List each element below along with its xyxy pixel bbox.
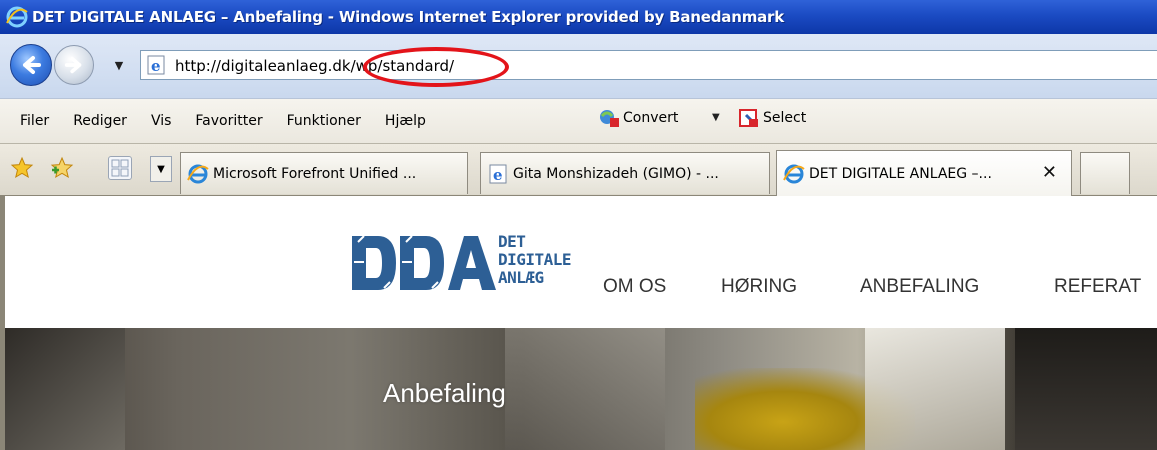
tab-bar: ▼ Microsoft Forefront Unified ... e Gita… [0, 144, 1157, 196]
hero-background-shape [1015, 328, 1157, 450]
svg-text:e: e [493, 166, 503, 184]
tab-gita-monshizadeh[interactable]: e Gita Monshizadeh (GIMO) - ... [480, 152, 770, 194]
tab-det-digitale-anlaeg[interactable]: DET DIGITALE ANLAEG –... ✕ [776, 150, 1072, 196]
window-title: DET DIGITALE ANLAEG – Anbefaling - Windo… [32, 8, 785, 26]
page-title: Anbefaling [383, 378, 506, 408]
logo-word-digitale: DIGITALE [498, 250, 572, 269]
menu-vis[interactable]: Vis [151, 113, 171, 129]
add-star-icon[interactable] [50, 156, 74, 180]
ie-logo-icon [783, 164, 805, 183]
back-arrow-icon [23, 56, 41, 74]
menu-rediger[interactable]: Rediger [73, 113, 127, 129]
select-label: Select [763, 110, 807, 126]
hero-background-shape [505, 328, 665, 450]
chevron-down-icon: ▼ [114, 58, 124, 72]
site-logo[interactable]: DET DIGITALE ANLÆG [350, 232, 572, 298]
convert-icon [600, 110, 619, 127]
back-button[interactable] [10, 44, 52, 86]
select-icon [739, 109, 758, 127]
hero-background-shape [5, 328, 125, 450]
tab-list-dropdown[interactable]: ▼ [150, 156, 172, 182]
forward-arrow-icon [64, 56, 82, 74]
logo-word-anlaeg: ANLÆG [498, 268, 544, 287]
forward-button[interactable] [54, 45, 94, 85]
ie-page-icon: e [489, 164, 507, 184]
menu-favoritter[interactable]: Favoritter [195, 113, 262, 129]
red-highlight-ellipse [363, 47, 509, 87]
ie-logo-icon [6, 6, 28, 28]
nav-anbefaling[interactable]: ANBEFALING [860, 276, 979, 298]
convert-dropdown-icon[interactable]: ▼ [712, 112, 720, 123]
hero-background-shape [865, 328, 1005, 450]
site-header: DET DIGITALE ANLÆG OM OS HØRING ANBEFALI… [5, 196, 1157, 328]
url-input[interactable] [175, 55, 1075, 75]
recent-pages-dropdown[interactable]: ▼ [110, 56, 128, 74]
nav-horing[interactable]: HØRING [721, 276, 797, 298]
convert-label: Convert [623, 110, 679, 126]
quick-tabs-icon[interactable] [108, 156, 132, 180]
menu-filer[interactable]: Filer [20, 113, 49, 129]
tab-microsoft-forefront[interactable]: Microsoft Forefront Unified ... [180, 152, 468, 194]
logo-word-det: DET [498, 232, 526, 251]
ie-page-icon: e [147, 55, 165, 75]
window-titlebar: DET DIGITALE ANLAEG – Anbefaling - Windo… [0, 0, 1157, 34]
ie-logo-icon [187, 164, 209, 183]
nav-om-os[interactable]: OM OS [603, 276, 666, 298]
address-toolbar: ▼ e [0, 34, 1157, 98]
select-button[interactable]: Select [738, 107, 806, 129]
star-icon[interactable] [10, 156, 34, 180]
hero-banner: Anbefaling [5, 328, 1157, 450]
tab-label: DET DIGITALE ANLAEG –... [809, 165, 992, 182]
menu-hjaelp[interactable]: Hjælp [385, 113, 426, 129]
tab-label: Gita Monshizadeh (GIMO) - ... [513, 165, 719, 182]
dda-logo-mark [352, 235, 496, 290]
address-bar[interactable]: e [140, 50, 1157, 80]
menu-funktioner[interactable]: Funktioner [287, 113, 361, 129]
chevron-down-icon: ▼ [157, 163, 165, 175]
svg-text:e: e [151, 57, 161, 75]
tab-label: Microsoft Forefront Unified ... [213, 165, 417, 182]
new-tab-button[interactable] [1080, 152, 1130, 194]
nav-referat[interactable]: REFERAT [1054, 276, 1141, 298]
menu-bar: Filer Rediger Vis Favoritter Funktioner … [0, 98, 1157, 144]
convert-button[interactable]: Convert [598, 107, 678, 129]
grid-icon [111, 159, 129, 177]
close-icon[interactable]: ✕ [1042, 162, 1057, 183]
